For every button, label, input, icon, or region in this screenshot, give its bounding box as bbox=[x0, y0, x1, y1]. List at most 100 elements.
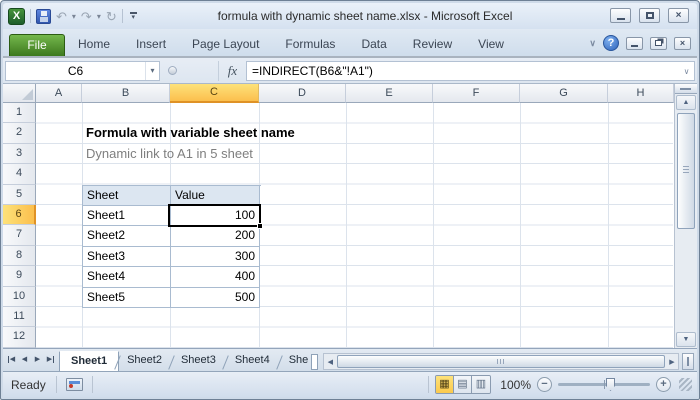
minimize-icon bbox=[631, 44, 638, 47]
row-header-8[interactable]: 8 bbox=[3, 245, 36, 267]
column-header-d[interactable]: D bbox=[259, 84, 346, 103]
split-handle[interactable] bbox=[675, 84, 697, 94]
tab-review[interactable]: Review bbox=[400, 32, 465, 56]
cell-b8[interactable]: Sheet3 bbox=[83, 246, 171, 268]
gridline bbox=[346, 103, 347, 348]
redo-dropdown-icon[interactable]: ▾ bbox=[97, 12, 101, 21]
excel-logo-icon[interactable]: X bbox=[8, 7, 25, 25]
customize-qat-icon[interactable]: ▾ bbox=[129, 12, 137, 21]
workbook-close-button[interactable]: × bbox=[674, 36, 691, 50]
sheet-tab-sheet2[interactable]: Sheet2 bbox=[116, 351, 173, 372]
column-header-c[interactable]: C bbox=[170, 84, 259, 103]
row-header-7[interactable]: 7 bbox=[3, 225, 36, 246]
row-header-2[interactable]: 2 bbox=[3, 123, 36, 144]
macro-record-icon[interactable] bbox=[65, 378, 83, 391]
tab-view[interactable]: View bbox=[465, 32, 517, 56]
undo-icon[interactable]: ↶ bbox=[56, 9, 67, 24]
sheet-tab-sheet4[interactable]: Sheet4 bbox=[224, 351, 281, 372]
cell-c9[interactable]: 400 bbox=[171, 267, 260, 288]
workbook-minimize-button[interactable] bbox=[626, 36, 643, 50]
close-button[interactable]: × bbox=[668, 8, 689, 23]
minimize-ribbon-icon[interactable]: ∨ bbox=[589, 38, 596, 49]
save-icon[interactable] bbox=[36, 8, 51, 24]
column-header-h[interactable]: H bbox=[608, 84, 674, 103]
cell-c10[interactable]: 500 bbox=[171, 287, 260, 308]
horizontal-scrollbar-thumb[interactable] bbox=[337, 355, 665, 368]
table-header-sheet[interactable]: Sheet bbox=[83, 185, 171, 206]
vertical-scrollbar-thumb[interactable] bbox=[677, 113, 695, 229]
zoom-level[interactable]: 100% bbox=[497, 378, 531, 392]
divider bbox=[30, 9, 31, 23]
scroll-up-icon[interactable]: ▲ bbox=[676, 95, 696, 110]
page-break-view-icon[interactable]: ▥ bbox=[472, 376, 490, 393]
row-header-4[interactable]: 4 bbox=[3, 164, 36, 185]
fill-handle[interactable] bbox=[257, 222, 263, 229]
zoom-out-icon[interactable]: − bbox=[537, 377, 552, 392]
scroll-right-icon[interactable]: ▶ bbox=[666, 358, 678, 366]
row-header-5[interactable]: 5 bbox=[3, 184, 36, 205]
next-sheet-icon[interactable]: ▶ bbox=[32, 352, 43, 368]
tab-area-splitter[interactable] bbox=[311, 353, 319, 370]
scroll-left-icon[interactable]: ◀ bbox=[324, 358, 336, 366]
sheet-tab-sheet3[interactable]: Sheet3 bbox=[170, 351, 227, 372]
cell-b7[interactable]: Sheet2 bbox=[83, 226, 171, 247]
row-header-11[interactable]: 11 bbox=[3, 306, 36, 328]
previous-sheet-icon[interactable]: ◀ bbox=[19, 352, 30, 368]
horizontal-scrollbar[interactable]: ◀ ▶ bbox=[323, 353, 679, 370]
formula-bar-splitter[interactable] bbox=[160, 66, 218, 75]
tab-page-layout[interactable]: Page Layout bbox=[179, 32, 272, 56]
redo-icon[interactable]: ↷ bbox=[81, 9, 92, 24]
zoom-slider[interactable] bbox=[558, 378, 650, 391]
zoom-in-icon[interactable]: + bbox=[656, 377, 671, 392]
column-header-b[interactable]: B bbox=[82, 84, 170, 103]
column-header-a[interactable]: A bbox=[36, 84, 82, 103]
tab-formulas[interactable]: Formulas bbox=[272, 32, 348, 56]
select-all-corner[interactable] bbox=[3, 84, 36, 103]
insert-function-button[interactable]: fx bbox=[218, 60, 246, 81]
first-sheet-icon[interactable]: ◀ bbox=[6, 352, 17, 368]
name-box[interactable]: C6 ▾ bbox=[5, 60, 160, 81]
repeat-icon[interactable]: ↻ bbox=[106, 9, 117, 24]
page-layout-view-icon[interactable]: ▤ bbox=[454, 376, 472, 393]
minimize-button[interactable] bbox=[610, 8, 631, 23]
tab-home[interactable]: Home bbox=[65, 32, 123, 56]
tab-insert[interactable]: Insert bbox=[123, 32, 179, 56]
workbook-restore-button[interactable] bbox=[650, 36, 667, 50]
vertical-scrollbar[interactable]: ▲ ▼ bbox=[674, 84, 697, 348]
tab-data[interactable]: Data bbox=[348, 32, 399, 56]
scrollbar-resize-handle[interactable] bbox=[682, 353, 694, 370]
cell-b10[interactable]: Sheet5 bbox=[83, 287, 171, 308]
normal-view-icon[interactable]: ▦ bbox=[436, 376, 454, 393]
cell-c7[interactable]: 200 bbox=[171, 226, 260, 247]
row-header-1[interactable]: 1 bbox=[3, 103, 36, 124]
row-header-9[interactable]: 9 bbox=[3, 266, 36, 287]
zoom-slider-thumb[interactable] bbox=[606, 378, 615, 391]
tab-navigation: ◀ ◀ ▶ ▶ bbox=[3, 352, 59, 368]
last-sheet-icon[interactable]: ▶ bbox=[45, 352, 56, 368]
window-resize-grip[interactable] bbox=[679, 378, 692, 391]
formula-input[interactable]: =INDIRECT(B6&"!A1") bbox=[246, 60, 679, 81]
cell-b3-subtitle[interactable]: Dynamic link to A1 in 5 sheet bbox=[86, 144, 253, 164]
expand-formula-bar-icon[interactable]: ∨ bbox=[679, 60, 695, 81]
cell-b2-title[interactable]: Formula with variable sheet name bbox=[86, 123, 295, 143]
name-box-dropdown-icon[interactable]: ▾ bbox=[145, 61, 159, 80]
column-header-f[interactable]: F bbox=[433, 84, 520, 103]
sheet-tab-sheet5[interactable]: She bbox=[278, 351, 311, 372]
file-tab[interactable]: File bbox=[9, 34, 65, 56]
column-header-g[interactable]: G bbox=[520, 84, 608, 103]
row-header-12[interactable]: 12 bbox=[3, 327, 36, 348]
cell-b9[interactable]: Sheet4 bbox=[83, 267, 171, 288]
row-header-10[interactable]: 10 bbox=[3, 286, 36, 307]
scroll-down-icon[interactable]: ▼ bbox=[676, 332, 696, 347]
column-header-e[interactable]: E bbox=[346, 84, 433, 103]
cell-b6[interactable]: Sheet1 bbox=[83, 205, 171, 227]
undo-dropdown-icon[interactable]: ▾ bbox=[72, 12, 76, 21]
cell-c8[interactable]: 300 bbox=[171, 246, 260, 268]
restore-button[interactable] bbox=[639, 8, 660, 23]
row-header-3[interactable]: 3 bbox=[3, 143, 36, 165]
row-header-6[interactable]: 6 bbox=[3, 204, 36, 226]
sheet-tab-sheet1[interactable]: Sheet1 bbox=[59, 350, 120, 372]
active-cell-selection[interactable] bbox=[168, 203, 263, 229]
help-icon[interactable]: ? bbox=[603, 35, 619, 51]
last-sheet-glyph: ▶ bbox=[46, 356, 55, 363]
